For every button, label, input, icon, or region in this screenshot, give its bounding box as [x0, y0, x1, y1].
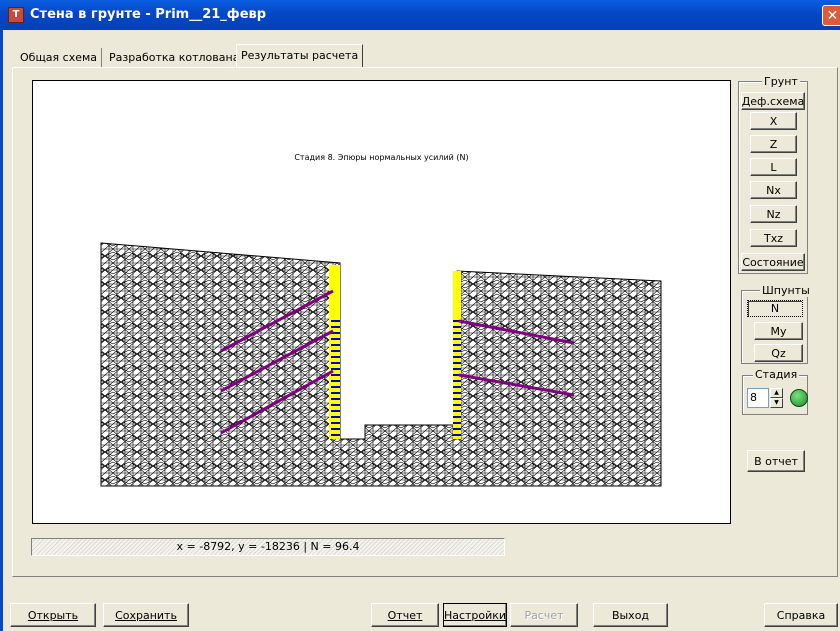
nz-label: Nz [766, 207, 781, 221]
z-label: Z [769, 137, 778, 151]
close-button[interactable]: ✕ [822, 5, 840, 26]
z-button[interactable]: Z [750, 135, 797, 153]
state-label: Состояние [742, 255, 804, 269]
window-border [0, 30, 3, 631]
l-button[interactable]: L [750, 158, 797, 176]
stage-input[interactable]: 8 [747, 388, 769, 408]
x-label: X [769, 114, 778, 128]
stage-up-button[interactable]: ▲ [770, 388, 783, 398]
txz-label: Txz [763, 231, 783, 245]
l-label: L [770, 160, 777, 174]
open-label: Открыть [27, 608, 79, 622]
sheet-piles-group-label: Шпунты [760, 284, 812, 297]
right-wall-fill [453, 271, 461, 439]
fem-drawing [100, 242, 662, 487]
my-button[interactable]: My [754, 322, 803, 340]
save-button[interactable]: Сохранить [103, 603, 189, 627]
to-report-label: В отчет [754, 454, 798, 468]
to-report-button[interactable]: В отчет [747, 450, 805, 472]
exit-label: Выход [611, 608, 650, 622]
soil-group-label: Грунт [762, 75, 800, 88]
my-label: My [770, 324, 787, 338]
status-bar: x = -8792, y = -18236 | N = 96.4 [31, 538, 505, 556]
txz-button[interactable]: Txz [750, 229, 797, 247]
apply-stage-icon[interactable] [790, 389, 808, 407]
window-title: Стена в грунте - Prim__21_февр [30, 7, 267, 22]
report-label: Отчет [387, 608, 423, 622]
chevron-down-icon: ▼ [774, 399, 779, 406]
excavation [341, 264, 452, 424]
calc-button[interactable]: Расчет [510, 603, 578, 627]
report-button[interactable]: Отчет [371, 603, 439, 627]
tab-results[interactable]: Результаты расчета [236, 44, 364, 67]
nx-label: Nx [766, 183, 781, 197]
settings-label: Настройки [443, 608, 507, 622]
save-label: Сохранить [115, 608, 177, 622]
stage-down-button[interactable]: ▼ [770, 398, 783, 408]
n-label: N [770, 302, 780, 315]
qz-button[interactable]: Qz [754, 344, 803, 362]
title-bar[interactable]: Т Стена в грунте - Prim__21_февр ✕ [0, 0, 840, 30]
app-icon: Т [8, 7, 24, 23]
open-button[interactable]: Открыть [10, 603, 96, 627]
exit-button[interactable]: Выход [593, 603, 668, 627]
n-button[interactable]: N [747, 300, 803, 317]
deformed-scheme-button[interactable]: Деф.схема [741, 92, 805, 110]
calc-label: Расчет [524, 608, 564, 622]
tab-general-scheme[interactable]: Общая схема [16, 48, 103, 67]
tab-excavation[interactable]: Разработка котлована [105, 48, 245, 67]
nz-button[interactable]: Nz [750, 205, 797, 223]
close-icon: ✕ [826, 8, 839, 24]
help-button[interactable]: Справка [764, 603, 838, 627]
state-button[interactable]: Состояние [741, 253, 805, 271]
qz-label: Qz [771, 346, 786, 360]
stage-group-label: Стадия [753, 368, 800, 381]
settings-button[interactable]: Настройки [443, 603, 507, 627]
nx-button[interactable]: Nx [750, 181, 797, 199]
chevron-up-icon: ▲ [774, 389, 779, 396]
help-label: Справка [776, 608, 826, 622]
result-canvas[interactable]: Стадия 8. Эпюры нормальных усилий (N) [32, 80, 731, 524]
x-button[interactable]: X [750, 112, 797, 130]
deformed-scheme-label: Деф.схема [741, 94, 805, 108]
